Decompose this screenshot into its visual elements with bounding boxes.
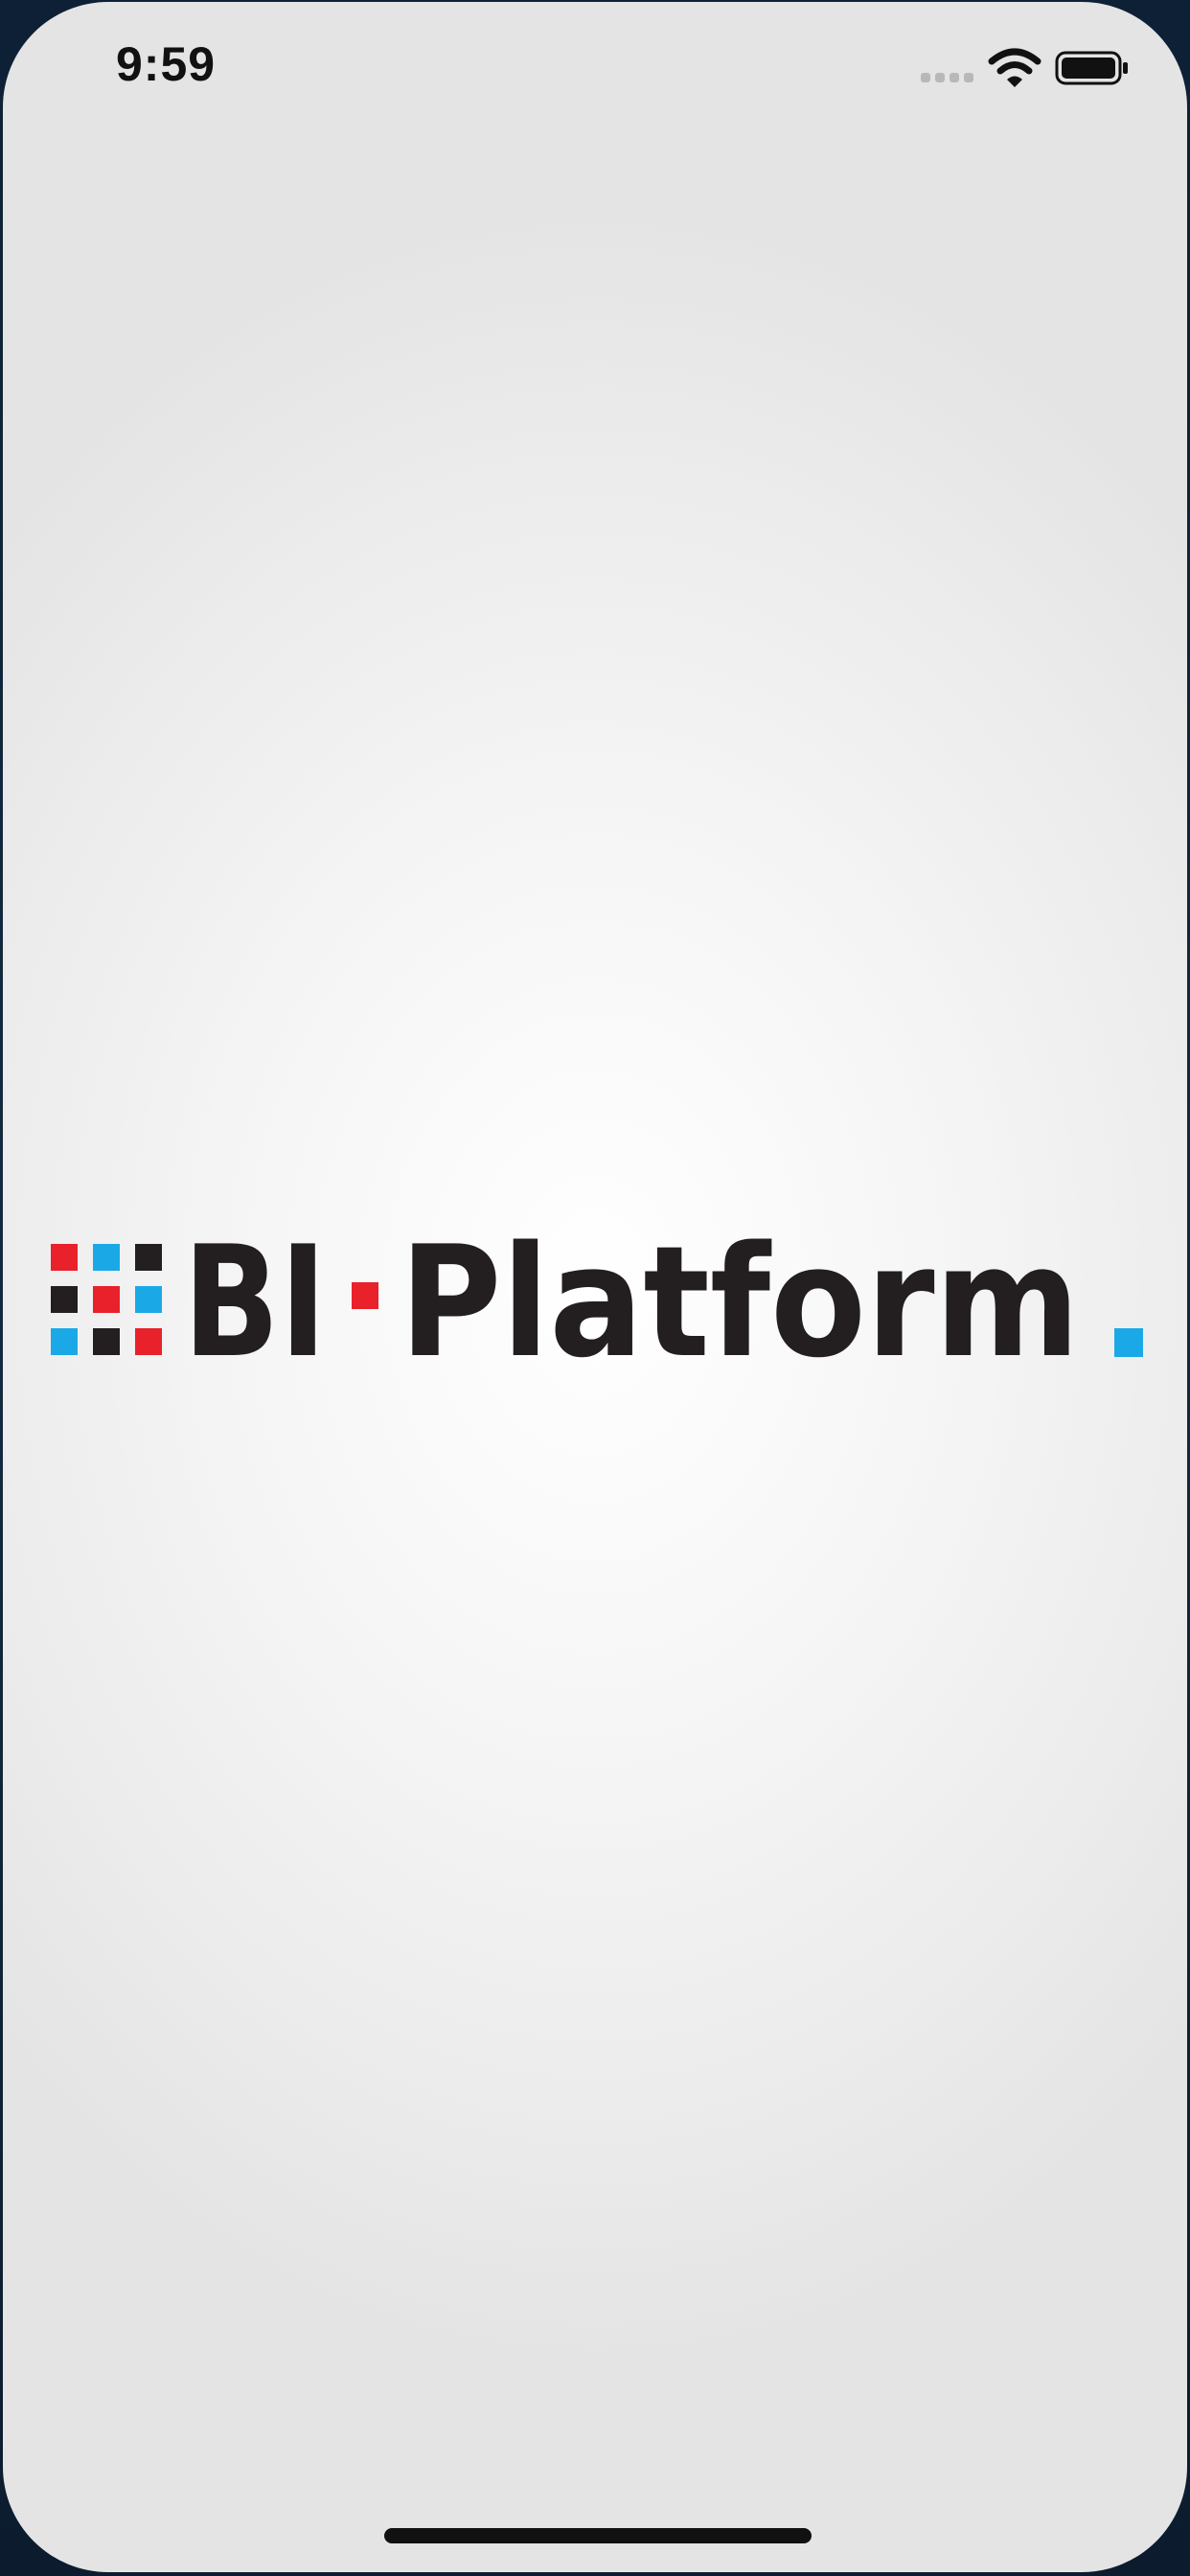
wifi-icon [988,48,1041,87]
home-indicator[interactable] [384,2528,812,2543]
status-bar: 9:59 [3,2,1187,136]
svg-text:BI: BI [183,1229,327,1372]
cellular-signal-icon [921,73,973,82]
svg-text:Platform: Platform [400,1229,1080,1372]
logo-grid-icon [51,1244,162,1355]
bi-platform-logo: BI Platform [51,1229,1145,1372]
status-time: 9:59 [116,37,217,91]
battery-icon [1055,51,1128,85]
app-screen: 9:59 BI Platform [3,2,1187,2572]
logo-graphic: BI Platform [51,1229,1143,1372]
